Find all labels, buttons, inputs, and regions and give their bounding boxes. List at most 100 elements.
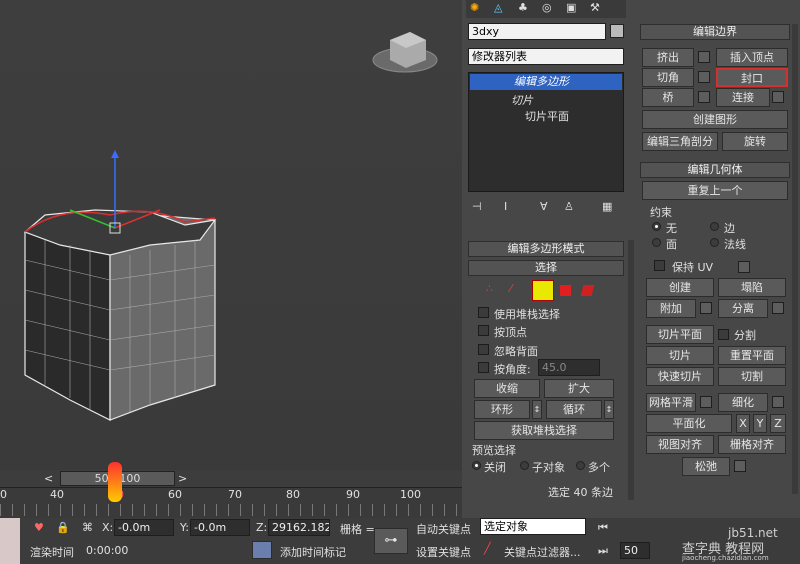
create-button[interactable]: 创建 xyxy=(646,278,714,297)
goto-start-icon[interactable]: ⏮ xyxy=(598,521,608,535)
stack-item-edit-poly[interactable]: 编辑多边形 xyxy=(470,74,622,90)
motion-tab-icon[interactable]: ◎ xyxy=(542,1,552,14)
preserve-uv-checkbox[interactable] xyxy=(654,260,665,271)
repeat-last-button[interactable]: 重复上一个 xyxy=(642,181,788,200)
modify-tab-icon[interactable]: ◬ xyxy=(494,1,502,14)
x-coord-field[interactable]: -0.0m xyxy=(114,519,174,536)
ignore-backfacing-checkbox[interactable] xyxy=(478,344,489,355)
display-tab-icon[interactable]: ▣ xyxy=(566,1,576,14)
element-mode-icon[interactable] xyxy=(580,285,595,296)
chamfer-settings-button[interactable] xyxy=(698,71,710,83)
detach-settings-button[interactable] xyxy=(772,302,784,314)
remove-modifier-icon[interactable]: ♙ xyxy=(564,200,574,213)
chamfer-button[interactable]: 切角 xyxy=(642,68,694,87)
next-frame-arrow[interactable]: > xyxy=(178,472,187,485)
constraint-face-radio[interactable] xyxy=(652,238,661,247)
planar-y-button[interactable]: Y xyxy=(753,414,767,433)
preview-multi-radio[interactable] xyxy=(576,461,585,470)
get-stack-selection-button[interactable]: 获取堆栈选择 xyxy=(474,421,614,440)
bridge-settings-button[interactable] xyxy=(698,91,710,103)
configure-sets-icon[interactable]: ▦ xyxy=(602,200,612,213)
constraint-normal-radio[interactable] xyxy=(710,238,719,247)
by-vertex-checkbox[interactable] xyxy=(478,325,489,336)
meshsmooth-button[interactable]: 网格平滑 xyxy=(646,393,696,412)
modifier-stack[interactable]: 编辑多边形 切片 切片平面 xyxy=(468,72,624,192)
quickslice-button[interactable]: 快速切片 xyxy=(646,367,714,386)
loop-spinner[interactable]: ↕ xyxy=(604,400,614,419)
relax-button[interactable]: 松弛 xyxy=(682,457,730,476)
object-color-swatch[interactable] xyxy=(610,24,624,38)
split-checkbox[interactable] xyxy=(718,329,729,340)
add-time-tag-icon[interactable] xyxy=(252,541,272,559)
cap-button[interactable]: 封口 xyxy=(716,68,788,87)
insert-vertex-button[interactable]: 插入顶点 xyxy=(716,48,788,67)
rollout-selection[interactable]: 选择 xyxy=(468,260,624,276)
vertex-mode-icon[interactable]: ∴ xyxy=(486,282,493,295)
create-shape-button[interactable]: 创建图形 xyxy=(642,110,788,129)
lock-icon[interactable]: ♥ xyxy=(34,521,44,534)
preview-subobj-radio[interactable] xyxy=(520,461,529,470)
edge-mode-icon[interactable]: ⁄ xyxy=(510,282,512,295)
stack-item-slice-plane[interactable]: 切片平面 xyxy=(525,108,569,124)
detach-button[interactable]: 分离 xyxy=(718,299,768,318)
extrude-settings-button[interactable] xyxy=(698,51,710,63)
absolute-mode-icon[interactable]: ⌘ xyxy=(82,521,93,534)
slice-plane-button[interactable]: 切片平面 xyxy=(646,325,714,344)
auto-key-button[interactable]: 自动关键点 xyxy=(416,521,471,537)
hierarchy-tab-icon[interactable]: ♣ xyxy=(518,1,528,14)
meshsmooth-settings-button[interactable] xyxy=(700,396,712,408)
preserve-uv-settings-button[interactable] xyxy=(738,261,750,273)
by-angle-checkbox[interactable] xyxy=(478,362,489,373)
object-name-field[interactable]: 3dxy xyxy=(468,23,606,40)
key-mode-icon[interactable]: ⏭ xyxy=(598,544,608,558)
reset-plane-button[interactable]: 重置平面 xyxy=(718,346,786,365)
attach-button[interactable]: 附加 xyxy=(646,299,696,318)
connect-button[interactable]: 连接 xyxy=(716,88,770,107)
maxscript-listener[interactable] xyxy=(0,518,20,564)
set-key-button[interactable]: 设置关键点 xyxy=(416,544,471,560)
tessellate-button[interactable]: 细化 xyxy=(718,393,768,412)
y-coord-field[interactable]: -0.0m xyxy=(190,519,250,536)
stack-item-slice[interactable]: 切片 xyxy=(511,92,533,108)
z-coord-field[interactable]: 29162.182 xyxy=(268,519,330,536)
set-key-icon[interactable]: ⊶ xyxy=(374,528,408,554)
relax-settings-button[interactable] xyxy=(734,460,746,472)
turn-button[interactable]: 旋转 xyxy=(722,132,788,151)
selection-set-dropdown[interactable]: 选定对象 xyxy=(480,518,586,535)
timeline[interactable]: < 50 / 100 > 0 40 50 60 70 80 90 100 xyxy=(0,462,462,518)
ring-spinner[interactable]: ↕ xyxy=(532,400,542,419)
make-unique-icon[interactable]: ∀ xyxy=(540,200,548,213)
timeline-ruler[interactable]: 0 40 50 60 70 80 90 100 xyxy=(0,462,462,518)
right-scrollbar[interactable] xyxy=(792,24,798,494)
preview-off-radio[interactable] xyxy=(472,461,481,470)
rollout-edit-borders[interactable]: 编辑边界 xyxy=(640,24,790,40)
cut-button[interactable]: 切割 xyxy=(718,367,786,386)
polygon-mode-icon[interactable] xyxy=(560,285,571,296)
modifier-list-dropdown[interactable]: 修改器列表 xyxy=(468,48,624,65)
planar-z-button[interactable]: Z xyxy=(770,414,786,433)
ring-button[interactable]: 环形 xyxy=(474,400,530,419)
tessellate-settings-button[interactable] xyxy=(772,396,784,408)
use-stack-checkbox[interactable] xyxy=(478,307,489,318)
time-slider-track[interactable]: < 50 / 100 > xyxy=(0,470,462,488)
slice-button[interactable]: 切片 xyxy=(646,346,714,365)
pin-stack-icon[interactable]: ⊣ xyxy=(472,200,482,213)
add-time-tag-label[interactable]: 添加时间标记 xyxy=(280,544,346,560)
rollout-edit-poly-mode[interactable]: 编辑多边形模式 xyxy=(468,241,624,257)
grid-align-button[interactable]: 栅格对齐 xyxy=(718,435,786,454)
make-planar-button[interactable]: 平面化 xyxy=(646,414,732,433)
show-end-result-icon[interactable]: Ⅰ xyxy=(504,200,507,213)
edit-triangulation-button[interactable]: 编辑三角剖分 xyxy=(642,132,718,151)
loop-button[interactable]: 循环 xyxy=(546,400,602,419)
left-scrollbar[interactable] xyxy=(628,240,634,500)
planar-x-button[interactable]: X xyxy=(736,414,750,433)
extrude-button[interactable]: 挤出 xyxy=(642,48,694,67)
angle-field[interactable]: 45.0 xyxy=(538,359,600,376)
time-marker[interactable] xyxy=(108,462,122,502)
constraint-none-radio[interactable] xyxy=(652,222,661,231)
viewport-perspective[interactable] xyxy=(0,0,462,470)
connect-settings-button[interactable] xyxy=(772,91,784,103)
rollout-edit-geometry[interactable]: 编辑几何体 xyxy=(640,162,790,178)
key-filters-button[interactable]: 关键点过滤器... xyxy=(504,544,581,560)
utilities-tab-icon[interactable]: ⚒ xyxy=(590,1,600,14)
